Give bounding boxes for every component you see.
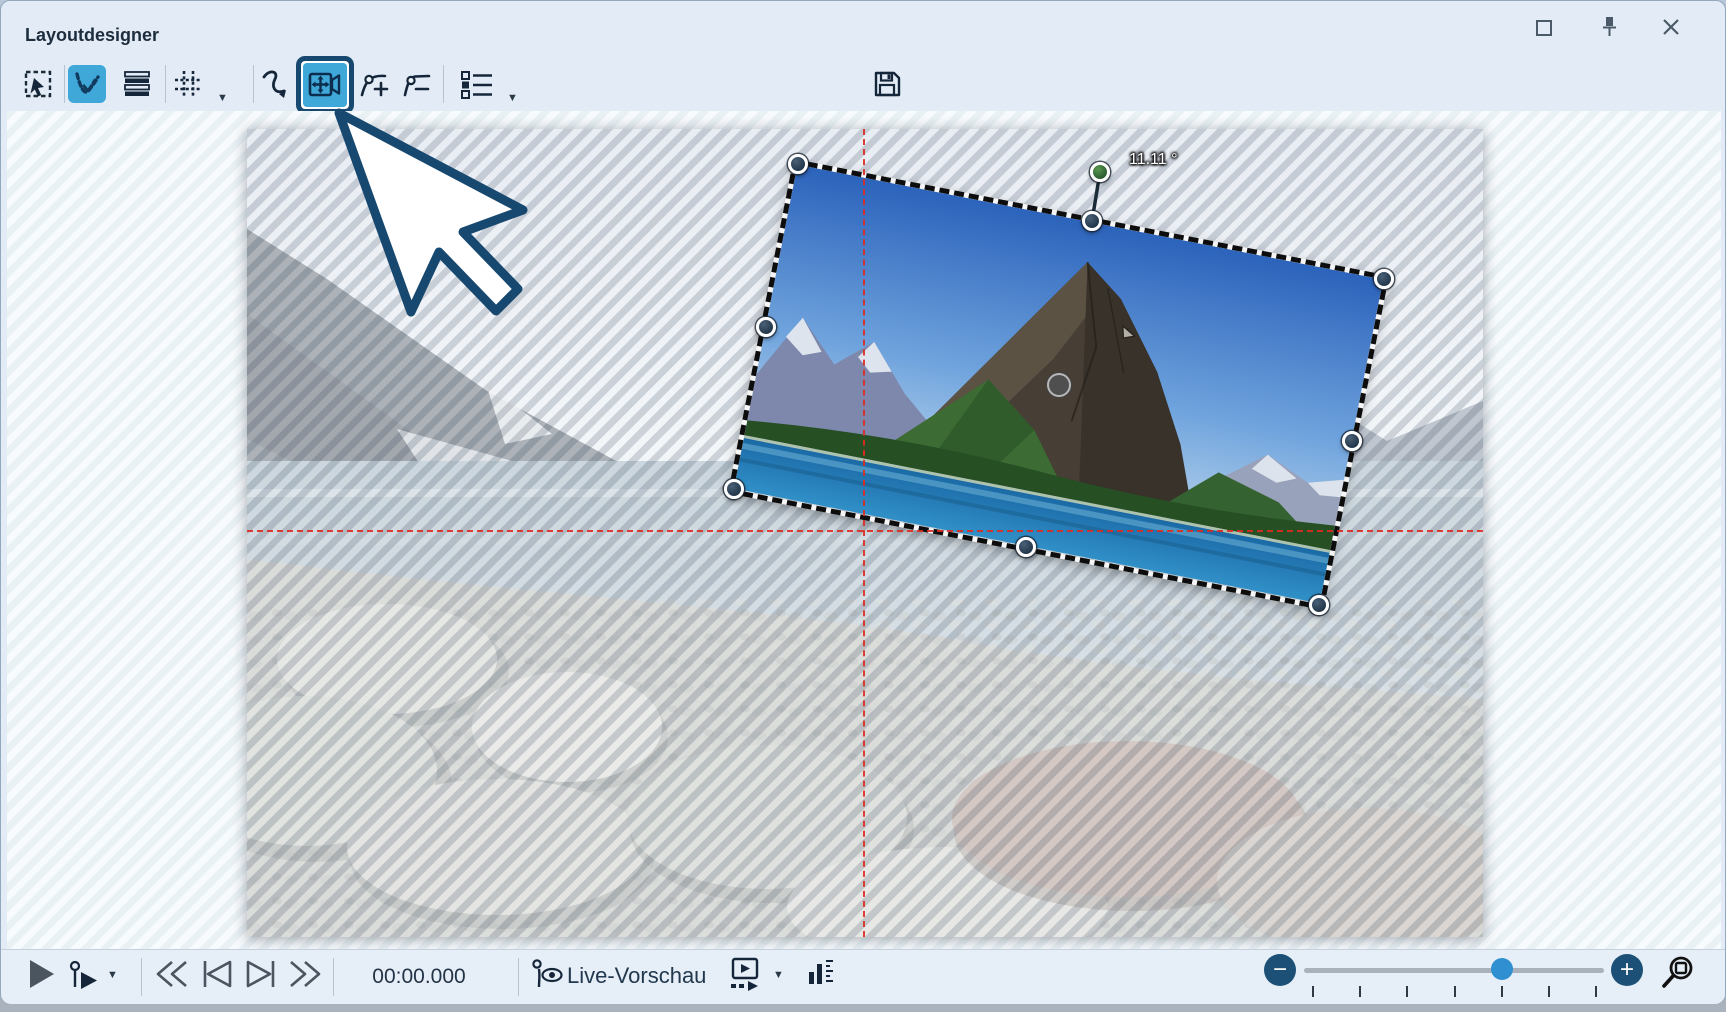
motion-path-tool-button[interactable] [68, 65, 106, 103]
window-title: Layoutdesigner [25, 25, 159, 46]
object-list-button[interactable] [453, 67, 501, 101]
keyframe-add-icon [358, 67, 390, 101]
preview-options-caret[interactable]: ▼ [773, 970, 784, 981]
slider-tick [1548, 986, 1550, 997]
next-frame-button[interactable] [244, 959, 278, 994]
layoutdesigner-window: Layoutdesigner [0, 0, 1726, 1004]
camera-pan-tool-button[interactable] [296, 56, 354, 114]
rotation-angle-label: 11.11 ° [1129, 151, 1178, 169]
handle-bottom-middle[interactable] [1016, 537, 1036, 557]
layers-tool-button[interactable] [120, 67, 154, 101]
grid-icon [172, 68, 204, 100]
play-from-pin-icon [67, 960, 101, 990]
live-preview-eye-icon [531, 958, 565, 990]
handle-top-left[interactable] [788, 154, 808, 174]
play-from-timemark-button[interactable] [67, 960, 101, 995]
layout-canvas[interactable]: 11.11 ° [247, 129, 1483, 937]
time-display: 00:00.000 [353, 965, 485, 989]
slider-tick [1406, 986, 1408, 997]
play-button[interactable] [27, 958, 57, 995]
handle-bottom-left[interactable] [724, 479, 744, 499]
transport-separator [333, 958, 334, 996]
grid-dropdown-caret[interactable]: ▼ [217, 93, 228, 104]
handle-top-right[interactable] [1374, 269, 1394, 289]
transport-bar: ▼ 00:00.000 [1, 949, 1725, 1004]
play-options-caret[interactable]: ▼ [107, 970, 118, 981]
zoom-slider-thumb[interactable] [1491, 958, 1513, 980]
zoom-fit-button[interactable] [1659, 954, 1697, 997]
list-icon [459, 68, 495, 100]
close-button[interactable] [1662, 18, 1680, 41]
close-icon [1662, 18, 1680, 36]
curve-path-button[interactable] [259, 67, 291, 101]
play-icon [27, 958, 57, 990]
fast-forward-icon [287, 959, 323, 989]
maximize-button[interactable] [1536, 20, 1552, 36]
preview-window-button[interactable] [728, 957, 762, 998]
handle-middle-right[interactable] [1342, 431, 1362, 451]
selection-rectangle-icon [22, 68, 54, 100]
slider-tick [1595, 986, 1597, 997]
toolbar: ▼ [1, 53, 1725, 111]
transport-separator [141, 958, 142, 996]
rewind-icon [154, 959, 190, 989]
previous-frame-icon [200, 959, 234, 989]
zoom-in-button[interactable]: + [1611, 954, 1643, 986]
live-preview-toggle[interactable] [531, 958, 565, 995]
rotation-handle[interactable] [1090, 162, 1110, 182]
layers-icon [122, 69, 152, 99]
s-curve-icon [259, 67, 291, 101]
minus-icon: − [1273, 958, 1287, 982]
fast-forward-button[interactable] [287, 959, 323, 994]
save-icon [872, 69, 902, 99]
handle-bottom-right[interactable] [1309, 595, 1329, 615]
motion-path-icon [71, 68, 103, 100]
next-frame-icon [244, 959, 278, 989]
maximize-icon [1536, 20, 1552, 36]
rewind-button[interactable] [154, 959, 190, 994]
toolbar-separator [253, 65, 254, 103]
toolbar-separator [64, 65, 65, 103]
selection-center-handle[interactable] [1047, 373, 1071, 397]
pin-icon [1600, 16, 1619, 38]
save-keyframe-button[interactable] [871, 67, 903, 101]
list-dropdown-caret[interactable]: ▼ [507, 93, 518, 104]
preview-window-icon [728, 957, 762, 993]
plus-icon: + [1620, 958, 1634, 982]
select-tool-button[interactable] [21, 67, 55, 101]
performance-monitor-button[interactable] [807, 958, 837, 997]
keyframe-remove-icon [401, 67, 433, 101]
workarea: 11.11 ° [7, 111, 1721, 949]
zoom-slider-track[interactable] [1304, 968, 1604, 973]
zoom-out-button[interactable]: − [1264, 954, 1296, 986]
levels-icon [807, 958, 837, 992]
slider-tick [1312, 986, 1314, 997]
handle-middle-left[interactable] [756, 317, 776, 337]
camera-pan-icon [308, 70, 342, 100]
center-guide-vertical [863, 129, 865, 937]
slider-tick [1501, 986, 1503, 997]
toolbar-separator [165, 65, 166, 103]
handle-top-middle[interactable] [1082, 211, 1102, 231]
zoom-fit-icon [1659, 954, 1697, 992]
transport-separator [518, 958, 519, 996]
remove-keyframe-button[interactable] [401, 67, 433, 101]
titlebar[interactable]: Layoutdesigner [1, 1, 1725, 53]
pin-button[interactable] [1600, 16, 1619, 43]
slider-tick [1454, 986, 1456, 997]
slider-tick [1359, 986, 1361, 997]
toolbar-separator [443, 65, 444, 103]
grid-tool-button[interactable] [171, 67, 205, 101]
previous-frame-button[interactable] [200, 959, 234, 994]
center-guide-horizontal [247, 530, 1483, 532]
live-preview-label: Live-Vorschau [567, 963, 706, 989]
add-keyframe-button[interactable] [358, 67, 390, 101]
